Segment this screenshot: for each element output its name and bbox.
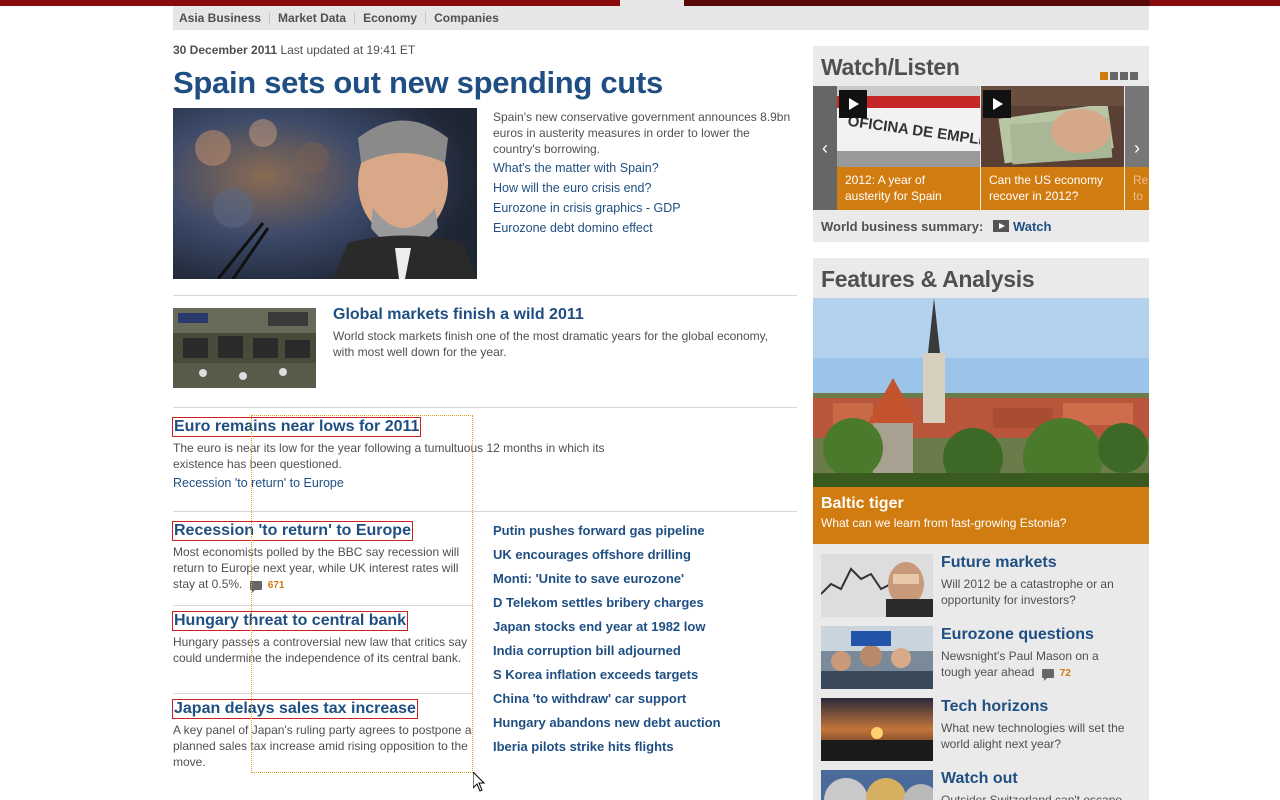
story-summary: World stock markets finish one of the mo… — [333, 329, 769, 359]
feature-title: Watch out — [941, 770, 1018, 787]
feature-item[interactable]: Future markets Will 2012 be a catastroph… — [821, 554, 1141, 618]
pager-dot[interactable] — [1100, 72, 1108, 80]
feature-title: Future markets — [941, 554, 1057, 571]
headline-link[interactable]: Monti: 'Unite to save eurozone' — [493, 567, 793, 591]
feature-desc: Will 2012 be a catastrophe or an opportu… — [941, 577, 1114, 607]
lead-headline[interactable]: Spain sets out new spending cuts — [173, 65, 663, 101]
subnav-companies[interactable]: Companies — [425, 12, 507, 24]
video-card[interactable]: OFICINA DE EMPLEO 2012: A year of auster… — [837, 86, 980, 210]
more-headlines-list: Putin pushes forward gas pipeline UK enc… — [493, 519, 793, 759]
drag-selection-box — [251, 415, 473, 773]
mouse-cursor-icon — [472, 770, 486, 797]
feature-thumbnail — [821, 626, 933, 689]
subnav-market-data[interactable]: Market Data — [269, 12, 354, 24]
headline-link[interactable]: D Telekom settles bribery charges — [493, 591, 793, 615]
feature-desc-text: Newsnight's Paul Mason on a tough year a… — [941, 649, 1099, 679]
related-link[interactable]: What's the matter with Spain? — [493, 158, 793, 178]
subnav-asia-business[interactable]: Asia Business — [179, 12, 269, 24]
play-icon — [983, 90, 1011, 118]
carousel-pager[interactable] — [1098, 67, 1138, 85]
pager-dot[interactable] — [1110, 72, 1118, 80]
feature-thumbnail — [821, 698, 933, 761]
play-icon — [992, 220, 1009, 232]
world-business-summary: World business summary: Watch — [821, 219, 1051, 234]
headline-link[interactable]: S Korea inflation exceeds targets — [493, 663, 793, 687]
hero-desc: What can we learn from fast-growing Esto… — [821, 516, 1067, 530]
features-title: Features & Analysis — [821, 266, 1035, 292]
video-card[interactable]: Can the US economy recover in 2012? — [981, 86, 1124, 210]
feature-item[interactable]: Eurozone questions Newsnight's Paul Maso… — [821, 626, 1141, 690]
related-link[interactable]: Eurozone debt domino effect — [493, 218, 793, 238]
feature-title: Eurozone questions — [941, 626, 1094, 643]
related-link[interactable]: Eurozone in crisis graphics - GDP — [493, 198, 793, 218]
watch-link[interactable]: Watch — [992, 219, 1052, 234]
carousel-next-button[interactable]: › — [1125, 86, 1149, 210]
video-caption: 2012: A year of austerity for Spain — [837, 167, 980, 210]
lead-related-links: What's the matter with Spain? How will t… — [493, 158, 793, 238]
pager-dot[interactable] — [1130, 72, 1138, 80]
watch-link-label: Watch — [1012, 219, 1052, 234]
comment-count-value: 72 — [1059, 668, 1071, 679]
feature-title: Tech horizons — [941, 698, 1049, 715]
features-hero-image[interactable] — [813, 298, 1149, 487]
headline-link[interactable]: China 'to withdraw' car support — [493, 687, 793, 711]
headline-link[interactable]: Putin pushes forward gas pipeline — [493, 519, 793, 543]
feature-item[interactable]: Watch out Outsider Switzerland can't esc… — [821, 770, 1141, 800]
headline-link[interactable]: UK encourages offshore drilling — [493, 543, 793, 567]
summary-label: World business summary: — [821, 219, 984, 234]
video-caption: Can the US economy recover in 2012? — [981, 167, 1124, 210]
last-updated: Last updated at 19:41 ET — [280, 43, 416, 57]
feature-item[interactable]: Tech horizons What new technologies will… — [821, 698, 1141, 762]
lead-image[interactable] — [173, 108, 477, 279]
feature-thumbnail — [821, 554, 933, 617]
headline-link[interactable]: India corruption bill adjourned — [493, 639, 793, 663]
date: 30 December 2011 — [173, 43, 278, 57]
feature-desc: Outsider Switzerland can't escape — [941, 793, 1123, 800]
subnav-economy[interactable]: Economy — [354, 12, 425, 24]
hero-title: Baltic tiger — [821, 495, 904, 512]
story-headline[interactable]: Global markets finish a wild 2011 — [333, 306, 584, 324]
chevron-left-icon: ‹ — [822, 137, 828, 158]
markets-image[interactable] — [173, 308, 316, 388]
divider — [173, 295, 797, 296]
related-link[interactable]: How will the euro crisis end? — [493, 178, 793, 198]
features-hero-caption[interactable]: Baltic tiger What can we learn from fast… — [813, 487, 1149, 544]
headline-link[interactable]: Japan stocks end year at 1982 low — [493, 615, 793, 639]
feature-desc: Newsnight's Paul Mason on a tough year a… — [941, 648, 1131, 682]
headline-link[interactable]: Hungary abandons new debt auction — [493, 711, 793, 735]
carousel-prev-button[interactable]: ‹ — [813, 86, 837, 210]
lead-summary: Spain's new conservative government anno… — [493, 110, 791, 156]
watch-listen-title: Watch/Listen — [821, 54, 960, 80]
date-line: 30 December 2011 Last updated at 19:41 E… — [173, 43, 415, 57]
play-icon — [839, 90, 867, 118]
comment-icon — [1041, 668, 1054, 681]
pager-dot[interactable] — [1120, 72, 1128, 80]
chevron-right-icon: › — [1134, 137, 1140, 158]
divider — [173, 407, 797, 408]
headline-link[interactable]: Iberia pilots strike hits flights — [493, 735, 793, 759]
feature-desc: What new technologies will set the world… — [941, 721, 1125, 751]
comment-count[interactable]: 72 — [1041, 668, 1071, 681]
section-subnav: Asia Business Market Data Economy Compan… — [173, 6, 1149, 30]
feature-thumbnail — [821, 770, 933, 800]
